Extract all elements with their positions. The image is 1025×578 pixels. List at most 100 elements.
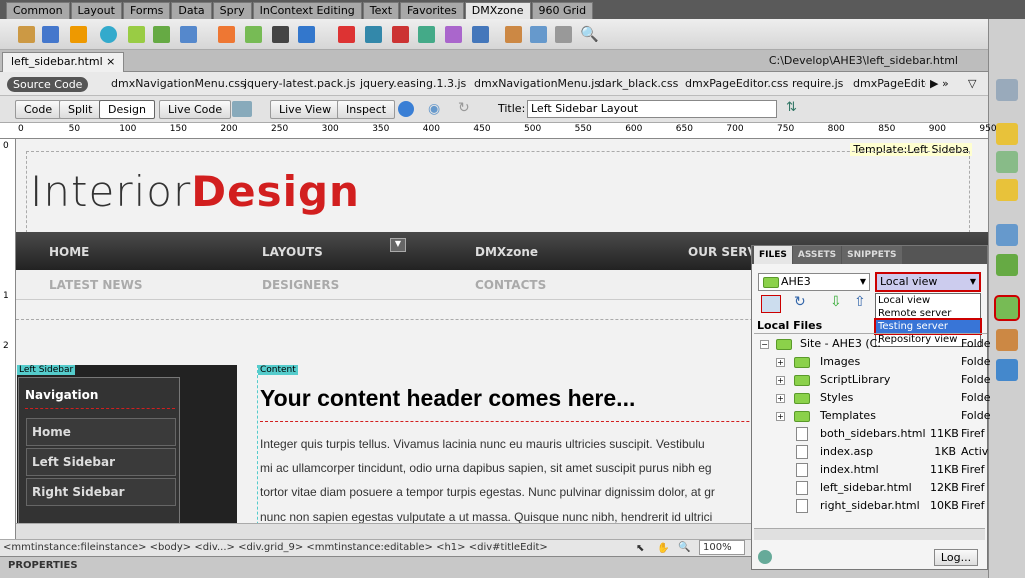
search-icon[interactable]: 🔍 bbox=[580, 26, 599, 43]
title-input[interactable]: Left Sidebar Layout bbox=[527, 100, 777, 118]
design-view-button[interactable]: Design bbox=[99, 100, 155, 119]
nav-latest-news[interactable]: LATEST NEWS bbox=[49, 278, 143, 292]
live-view-button[interactable]: Live View bbox=[270, 100, 341, 119]
folder-row[interactable]: + Images Folde bbox=[752, 353, 990, 371]
related-file[interactable]: dmxPageEditor bbox=[853, 77, 926, 90]
properties-label[interactable]: PROPERTIES bbox=[8, 560, 78, 571]
related-file[interactable]: dmxNavigationMenu.js bbox=[474, 77, 600, 90]
files-panel-icon[interactable] bbox=[994, 295, 1020, 321]
connect-icon[interactable] bbox=[761, 295, 781, 313]
insert-tool-icon[interactable] bbox=[218, 26, 235, 43]
file-row[interactable]: index.asp 1KB Activ bbox=[752, 443, 988, 461]
inspect-button[interactable]: Inspect bbox=[337, 100, 396, 119]
expand-icon[interactable]: + bbox=[776, 358, 785, 367]
expand-icon[interactable]: + bbox=[776, 394, 785, 403]
related-file[interactable]: dmxNavigationMenu.css bbox=[111, 77, 246, 90]
related-file[interactable]: dark_black.css bbox=[598, 77, 678, 90]
refresh-icon[interactable]: ↻ bbox=[794, 294, 806, 310]
insert-tool-icon[interactable] bbox=[18, 26, 35, 43]
insert-tool-icon[interactable] bbox=[42, 26, 59, 43]
select-tool-icon[interactable]: ⬉ bbox=[636, 541, 644, 557]
put-files-icon[interactable]: ⇧ bbox=[854, 294, 866, 310]
sidebar-nav-left-sidebar[interactable]: Left Sidebar bbox=[26, 448, 176, 476]
insert-tool-icon[interactable] bbox=[298, 26, 315, 43]
insert-tool-icon[interactable] bbox=[445, 26, 462, 43]
tab-files[interactable]: FILES bbox=[754, 246, 792, 264]
collapse-icon[interactable]: − bbox=[760, 340, 769, 349]
related-file[interactable]: dmxPageEditor.css bbox=[685, 77, 788, 90]
insert-icon[interactable] bbox=[996, 151, 1018, 173]
source-code-button[interactable]: Source Code bbox=[7, 77, 89, 92]
nav-designers[interactable]: DESIGNERS bbox=[262, 278, 339, 292]
file-row[interactable]: left_sidebar.html 12KB Firef bbox=[752, 479, 985, 497]
insert-tool-icon[interactable] bbox=[128, 26, 145, 43]
files-horizontal-scrollbar[interactable] bbox=[754, 528, 985, 540]
nav-layouts[interactable]: LAYOUTS bbox=[262, 245, 323, 259]
tab-assets[interactable]: ASSETS bbox=[792, 246, 842, 264]
sidebar-nav-right-sidebar[interactable]: Right Sidebar bbox=[26, 478, 176, 506]
snippets-icon[interactable] bbox=[996, 359, 1018, 381]
nav-dmxzone[interactable]: DMXzone bbox=[475, 245, 538, 259]
insert-tab[interactable]: Text bbox=[362, 2, 400, 19]
dropdown-arrow-icon[interactable]: ▼ bbox=[390, 238, 406, 252]
insert-tab[interactable]: Layout bbox=[70, 2, 122, 19]
database-icon[interactable] bbox=[996, 224, 1018, 246]
insert-tab[interactable]: Spry bbox=[212, 2, 252, 19]
filter-icon[interactable]: ▽ bbox=[968, 77, 976, 90]
file-management-icon[interactable]: ⇅ bbox=[786, 100, 797, 115]
site-select[interactable]: AHE3 ▼ bbox=[758, 273, 870, 291]
insert-tool-icon[interactable] bbox=[418, 26, 435, 43]
server-behaviors-icon[interactable] bbox=[996, 254, 1018, 276]
related-file[interactable]: require.js bbox=[792, 77, 843, 90]
insert-tab[interactable]: Favorites bbox=[400, 2, 464, 19]
content-header[interactable]: Your content header comes here... bbox=[260, 385, 635, 412]
behaviors-icon[interactable] bbox=[996, 179, 1018, 201]
sidebar-nav-home[interactable]: Home bbox=[26, 418, 176, 446]
binding-icon[interactable] bbox=[996, 79, 1018, 101]
browser-preview-icon[interactable] bbox=[398, 101, 414, 117]
local-files-header[interactable]: Local Files bbox=[754, 318, 987, 334]
insert-tool-icon[interactable] bbox=[530, 26, 547, 43]
folder-row[interactable]: + Templates Folde bbox=[752, 407, 990, 425]
nav-contacts[interactable]: CONTACTS bbox=[475, 278, 546, 292]
insert-tab[interactable]: DMXzone bbox=[464, 2, 531, 19]
insert-tool-icon[interactable] bbox=[338, 26, 355, 43]
zoom-tool-icon[interactable]: 🔍 bbox=[678, 540, 690, 556]
insert-tool-icon[interactable] bbox=[555, 26, 572, 43]
log-button[interactable]: Log... bbox=[934, 549, 978, 566]
expand-icon[interactable]: + bbox=[776, 412, 785, 421]
insert-tool-icon[interactable] bbox=[70, 26, 87, 43]
tab-snippets[interactable]: SNIPPETS bbox=[842, 246, 902, 264]
insert-tool-icon[interactable] bbox=[272, 26, 289, 43]
file-row[interactable]: right_sidebar.html 10KB Firef bbox=[752, 497, 985, 515]
insert-tool-icon[interactable] bbox=[245, 26, 262, 43]
file-row[interactable]: both_sidebars.html 11KB Firef bbox=[752, 425, 985, 443]
insert-tool-icon[interactable] bbox=[100, 26, 117, 43]
get-files-icon[interactable]: ⇩ bbox=[830, 294, 842, 310]
insert-tool-icon[interactable] bbox=[392, 26, 409, 43]
folder-row[interactable]: + Styles Folde bbox=[752, 389, 990, 407]
refresh-icon[interactable]: ↻ bbox=[458, 100, 470, 116]
view-option-local[interactable]: Local view bbox=[876, 294, 980, 307]
insert-tab[interactable]: Common bbox=[6, 2, 70, 19]
file-row[interactable]: index.html 11KB Firef bbox=[752, 461, 985, 479]
insert-tab[interactable]: 960 Grid bbox=[531, 2, 594, 19]
split-view-button[interactable]: Split bbox=[59, 100, 102, 119]
insert-tool-icon[interactable] bbox=[472, 26, 489, 43]
code-view-button[interactable]: Code bbox=[15, 100, 62, 119]
insert-tool-icon[interactable] bbox=[505, 26, 522, 43]
folder-row[interactable]: + ScriptLibrary Folde bbox=[752, 371, 990, 389]
insert-tab[interactable]: InContext Editing bbox=[252, 2, 362, 19]
nav-home[interactable]: HOME bbox=[49, 245, 89, 259]
document-tab[interactable]: left_sidebar.html × bbox=[2, 52, 125, 72]
related-file[interactable]: jquery-latest.pack.js bbox=[244, 77, 355, 90]
assets-icon[interactable] bbox=[996, 329, 1018, 351]
zoom-select[interactable]: 100% bbox=[699, 540, 745, 555]
insert-tab[interactable]: Data bbox=[171, 2, 212, 19]
tag-selector[interactable]: <mmtinstance:fileinstance> <body> <div..… bbox=[3, 542, 548, 553]
visual-aids-icon[interactable]: ◉ bbox=[428, 101, 446, 117]
live-code-button[interactable]: Live Code bbox=[159, 100, 232, 119]
check-page-icon[interactable] bbox=[232, 101, 252, 117]
hand-tool-icon[interactable]: ✋ bbox=[657, 541, 669, 557]
insert-tool-icon[interactable] bbox=[153, 26, 170, 43]
